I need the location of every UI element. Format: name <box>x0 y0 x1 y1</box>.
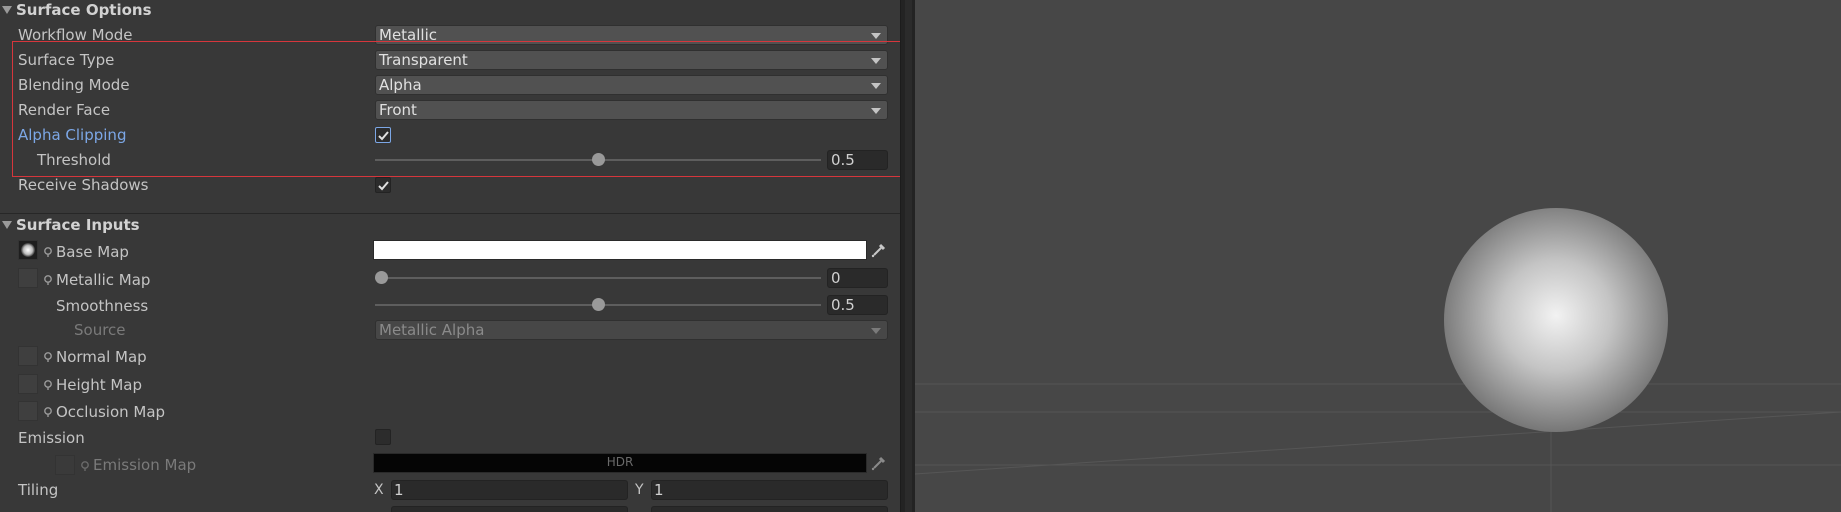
section-title: Surface Options <box>16 1 152 19</box>
tiling-x-label: X <box>374 482 384 498</box>
link-icon <box>44 407 52 417</box>
metallic-map-texture-slot[interactable] <box>18 268 38 288</box>
occlusion-map-texture-slot[interactable] <box>18 401 38 421</box>
workflow-mode-label: Workflow Mode <box>18 26 133 44</box>
normal-map-label: Normal Map <box>56 348 147 366</box>
dropdown-arrow-icon <box>871 108 881 114</box>
normal-map-texture-slot[interactable] <box>18 346 38 366</box>
surface-options-header[interactable]: Surface Options <box>0 0 900 22</box>
base-map-color-field[interactable] <box>373 240 867 260</box>
offset-y-field[interactable] <box>651 506 888 512</box>
tiling-y-field[interactable]: 1 <box>651 480 888 500</box>
link-icon <box>81 461 89 471</box>
emission-map-label: Emission Map <box>93 456 197 474</box>
checkmark-icon <box>378 131 389 141</box>
tiling-x-field[interactable]: 1 <box>391 480 628 500</box>
dropdown-value: Metallic Alpha <box>379 321 485 339</box>
link-icon <box>44 275 52 285</box>
hdr-label: HDR <box>606 455 634 469</box>
occlusion-map-label: Occlusion Map <box>56 403 166 421</box>
foldout-arrow-icon[interactable] <box>2 6 12 14</box>
dropdown-value: Front <box>379 101 417 119</box>
smoothness-label: Smoothness <box>56 297 149 315</box>
height-map-texture-slot[interactable] <box>18 374 38 394</box>
panel-splitter[interactable] <box>900 0 915 512</box>
link-icon <box>44 247 52 257</box>
workflow-mode-dropdown[interactable]: Metallic <box>375 25 888 45</box>
emission-map-texture-slot[interactable] <box>55 455 75 475</box>
smoothness-slider[interactable] <box>375 295 821 315</box>
base-map-label: Base Map <box>56 243 129 261</box>
surface-type-label: Surface Type <box>18 51 115 69</box>
dropdown-value: Transparent <box>379 51 468 69</box>
slider-handle[interactable] <box>375 271 388 284</box>
render-face-dropdown[interactable]: Front <box>375 100 888 120</box>
section-title: Surface Inputs <box>16 216 140 234</box>
dropdown-arrow-icon <box>871 33 881 39</box>
tiling-y-label: Y <box>635 482 644 498</box>
offset-x-field[interactable] <box>391 506 628 512</box>
eyedropper-icon[interactable] <box>869 240 889 260</box>
scene-viewport[interactable] <box>915 0 1841 512</box>
receive-shadows-checkbox[interactable] <box>375 177 391 193</box>
blending-mode-label: Blending Mode <box>18 76 130 94</box>
emission-checkbox[interactable] <box>375 429 391 445</box>
surface-inputs-header[interactable]: Surface Inputs <box>0 215 900 237</box>
slider-track <box>375 277 821 279</box>
metallic-value-field[interactable]: 0 <box>827 268 888 288</box>
slider-handle[interactable] <box>592 153 605 166</box>
source-label: Source <box>74 321 126 339</box>
alpha-clipping-label: Alpha Clipping <box>18 126 127 144</box>
dropdown-arrow-icon <box>871 58 881 64</box>
link-icon <box>44 352 52 362</box>
source-dropdown[interactable]: Metallic Alpha <box>375 320 888 340</box>
scene-grid <box>915 208 1841 512</box>
emission-label: Emission <box>18 429 85 447</box>
threshold-slider[interactable] <box>375 150 821 170</box>
metallic-map-label: Metallic Map <box>56 271 151 289</box>
slider-handle[interactable] <box>592 298 605 311</box>
metallic-slider[interactable] <box>375 268 821 288</box>
blending-mode-dropdown[interactable]: Alpha <box>375 75 888 95</box>
smoothness-value-field[interactable]: 0.5 <box>827 295 888 315</box>
surface-type-dropdown[interactable]: Transparent <box>375 50 888 70</box>
foldout-arrow-icon[interactable] <box>2 221 12 229</box>
checkmark-icon <box>378 181 389 191</box>
dropdown-arrow-icon <box>871 328 881 334</box>
render-face-label: Render Face <box>18 101 111 119</box>
eyedropper-icon[interactable] <box>869 453 889 473</box>
section-divider <box>0 213 900 214</box>
dropdown-arrow-icon <box>871 83 881 89</box>
emission-color-field[interactable]: HDR <box>373 453 867 473</box>
preview-sphere <box>1444 208 1668 432</box>
dropdown-value: Alpha <box>379 76 422 94</box>
threshold-value-field[interactable]: 0.5 <box>827 150 888 170</box>
alpha-clipping-checkbox[interactable] <box>375 127 391 143</box>
receive-shadows-label: Receive Shadows <box>18 176 149 194</box>
height-map-label: Height Map <box>56 376 143 394</box>
base-map-texture-slot[interactable] <box>18 240 38 260</box>
tiling-label: Tiling <box>18 481 59 499</box>
threshold-label: Threshold <box>37 151 111 169</box>
inspector-panel: Surface Options Workflow Mode Metallic S… <box>0 0 900 512</box>
link-icon <box>44 380 52 390</box>
dropdown-value: Metallic <box>379 26 437 44</box>
